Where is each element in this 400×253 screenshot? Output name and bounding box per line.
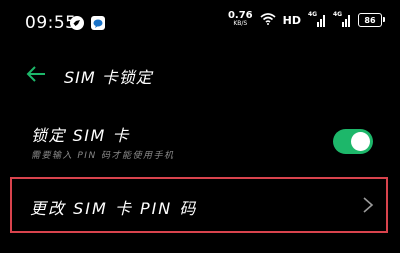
- chevron-right-icon: [362, 196, 374, 214]
- toggle-knob: [351, 132, 370, 151]
- hd-voice-badge: HD: [282, 13, 301, 27]
- wifi-icon: [260, 12, 276, 28]
- change-sim-pin-label: 更改 SIM 卡 PIN 码: [30, 199, 198, 218]
- signal-sim1: 4G: [308, 11, 326, 27]
- lock-sim-label: 锁定 SIM 卡: [31, 126, 130, 145]
- notification-message-icon: [91, 15, 105, 34]
- network-speed: 0.76 KB/S: [227, 10, 253, 28]
- status-indicators: 0.76 KB/S HD 4G 4G 86: [227, 10, 385, 28]
- network-speed-unit: KB/S: [233, 20, 248, 27]
- status-time: 09:55: [25, 13, 77, 33]
- battery-indicator: 86: [358, 13, 385, 27]
- back-arrow-icon[interactable]: [25, 64, 47, 84]
- signal-sim2: 4G: [333, 11, 351, 27]
- lock-sim-setting-row[interactable]: 锁定 SIM 卡 需要输入 PIN 码才能使用手机: [0, 112, 400, 167]
- change-sim-pin-row[interactable]: 更改 SIM 卡 PIN 码: [10, 177, 388, 233]
- page-header: SIM 卡锁定: [0, 57, 400, 91]
- signal-sim1-tag: 4G: [308, 11, 318, 18]
- notification-app-icon: [70, 15, 84, 34]
- signal-sim2-tag: 4G: [333, 11, 343, 18]
- lock-sim-description: 需要输入 PIN 码才能使用手机: [31, 151, 175, 161]
- status-bar: 09:55 0.76 KB/S HD 4G 4G 86: [0, 0, 400, 40]
- page-title: SIM 卡锁定: [64, 68, 153, 87]
- lock-sim-toggle[interactable]: [333, 129, 373, 154]
- network-speed-value: 0.76: [227, 10, 253, 21]
